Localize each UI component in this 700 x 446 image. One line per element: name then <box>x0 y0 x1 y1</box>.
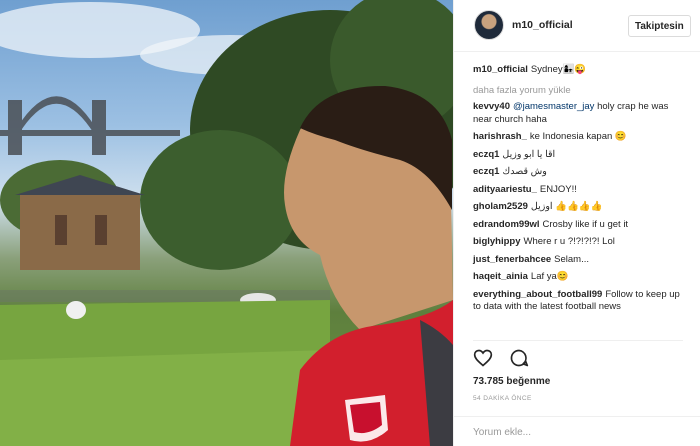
caption-username[interactable]: m10_official <box>473 64 528 75</box>
comment-text: Crosby like if u get it <box>542 218 629 230</box>
avatar[interactable] <box>474 10 504 40</box>
photo-illustration <box>0 0 453 446</box>
comment-username[interactable]: edrandom99wl <box>473 219 540 230</box>
comment-item: gholam2529 اوزیل 👍👍👍👍 <box>473 201 688 214</box>
comment-item: edrandom99wl Crosby like if u get it <box>473 219 688 232</box>
comment-text: Selam... <box>554 253 590 265</box>
caption-text: Sydney👩‍👧😜 <box>530 64 587 75</box>
comment-item: biglyhippy Where r u ?!?!?!?! Lol <box>473 236 688 249</box>
post-photo <box>0 0 453 446</box>
comment-text: وش قصدك <box>502 166 547 177</box>
comment-item: haqeit_ainia Laf ya😊 <box>473 271 688 284</box>
comment-item: eczq1 وش قصدك <box>473 166 688 179</box>
post-timestamp[interactable]: 54 DAKİKA ÖNCE <box>473 395 532 402</box>
comment-item: adityaariestu_ ENJOY!! <box>473 184 688 197</box>
comment-item: harishrash_ ke Indonesia kapan 😊 <box>473 131 688 144</box>
comment-text: Laf ya😊 <box>530 271 569 282</box>
post-header: m10_official Takiptesin <box>454 0 700 52</box>
post-sidebar: m10_official Takiptesin m10_official Sydn… <box>453 0 700 446</box>
add-comment-input[interactable] <box>471 422 675 442</box>
comment-text: ENJOY!! <box>539 183 577 195</box>
likes-count[interactable]: 73.785 beğenme <box>473 376 550 387</box>
comment-item: kevvy40 @jamesmaster_jay holy crap he was… <box>473 101 688 126</box>
caption: m10_official Sydney👩‍👧😜 <box>473 64 688 77</box>
comments-list: m10_official Sydney👩‍👧😜 daha fazla yorum … <box>473 64 688 319</box>
comment-text: Where r u ?!?!?!?! Lol <box>523 236 615 247</box>
comment-username[interactable]: eczq1 <box>473 149 499 160</box>
divider <box>473 340 683 341</box>
comment-text: اقا یا ابو وزیل <box>502 148 556 160</box>
comment-username[interactable]: haqeit_ainia <box>473 271 528 282</box>
heart-icon[interactable] <box>473 348 495 370</box>
comment-item: just_fenerbahcee Selam... <box>473 254 688 267</box>
comment-text: اوزیل 👍👍👍👍 <box>530 201 603 212</box>
comment-text: ke Indonesia kapan 😊 <box>529 131 627 142</box>
speech-bubble-icon[interactable] <box>509 348 531 370</box>
comment-username[interactable]: gholam2529 <box>473 201 528 212</box>
divider <box>454 416 700 417</box>
comment-username[interactable]: biglyhippy <box>473 236 521 247</box>
comment-username[interactable]: kevvy40 <box>473 101 510 112</box>
comment-item: eczq1 اقا یا ابو وزیل <box>473 149 688 162</box>
church <box>15 175 145 270</box>
comment-mention[interactable]: @jamesmaster_jay <box>513 101 594 112</box>
comment-username[interactable]: eczq1 <box>473 166 499 177</box>
header-username[interactable]: m10_official <box>512 19 573 31</box>
follow-button[interactable]: Takiptesin <box>628 15 691 37</box>
comment-item: everything_about_football99 Follow to kee… <box>473 289 688 314</box>
comment-username[interactable]: everything_about_football99 <box>473 289 602 300</box>
comment-username[interactable]: adityaariestu_ <box>473 184 537 195</box>
comment-username[interactable]: harishrash_ <box>473 131 527 142</box>
post-actions <box>473 348 541 372</box>
load-more-comments-link[interactable]: daha fazla yorum yükle <box>473 85 688 98</box>
comment-username[interactable]: just_fenerbahcee <box>473 254 551 265</box>
